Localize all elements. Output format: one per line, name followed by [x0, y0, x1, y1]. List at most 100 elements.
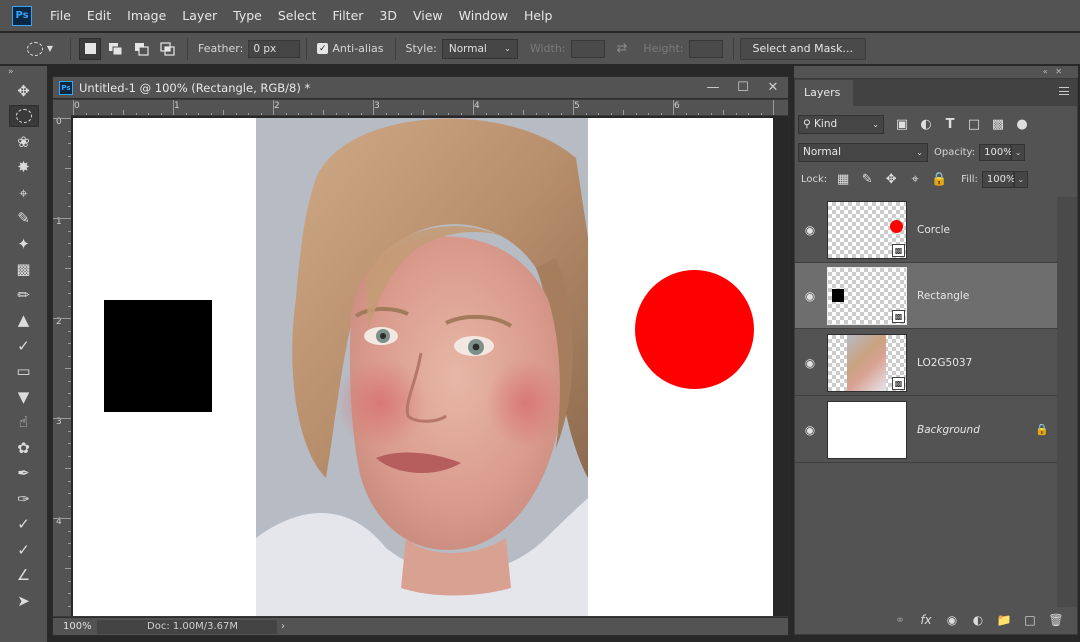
visibility-eye-icon[interactable]: ◉	[795, 423, 825, 437]
trash-icon[interactable]: 🗑	[1047, 613, 1065, 627]
panel-menu-icon[interactable]	[1059, 87, 1069, 95]
tool-sponge[interactable]: ✿	[0, 435, 47, 461]
tool-path-selection[interactable]: ➤	[0, 588, 47, 614]
subtract-from-selection-button[interactable]	[131, 38, 153, 60]
ruler-origin[interactable]	[53, 100, 71, 116]
tool-pen[interactable]: ✒	[0, 461, 47, 487]
add-anchor-icon: ✓	[17, 515, 30, 534]
menu-layer[interactable]: Layer	[174, 0, 225, 31]
tool-eraser[interactable]: ▭	[0, 359, 47, 385]
tool-eyedropper[interactable]: ✎	[0, 206, 47, 232]
maximize-button[interactable]: ☐	[728, 80, 758, 95]
menu-3d[interactable]: 3D	[371, 0, 405, 31]
tool-smudge[interactable]: ☝	[0, 410, 47, 436]
tool-healing[interactable]: ▩	[0, 257, 47, 283]
menu-edit[interactable]: Edit	[79, 0, 119, 31]
visibility-eye-icon[interactable]: ◉	[795, 289, 825, 303]
tool-move[interactable]: ✥	[0, 78, 47, 104]
menu-view[interactable]: View	[405, 0, 451, 31]
filter-pixel-icon[interactable]: ▣	[890, 117, 914, 132]
tool-paint-bucket[interactable]: ▼	[0, 384, 47, 410]
feather-input[interactable]: 0 px	[248, 39, 301, 58]
tool-magic-wand[interactable]: ✸	[0, 155, 47, 181]
minimize-button[interactable]: —	[698, 80, 728, 95]
menu-filter[interactable]: Filter	[324, 0, 371, 31]
canvas[interactable]	[71, 116, 788, 616]
opacity-dropdown[interactable]: ⌄	[1011, 143, 1026, 161]
tool-crop[interactable]: ⌖	[0, 180, 47, 206]
tool-delete-anchor[interactable]: ✓	[0, 537, 47, 563]
tool-history-brush[interactable]: ✓	[0, 333, 47, 359]
filter-smart-object-icon[interactable]: ▩	[986, 117, 1010, 132]
tool-brush[interactable]: ✏	[0, 282, 47, 308]
filter-adjustment-icon[interactable]: ◐	[914, 117, 938, 132]
vertical-ruler[interactable]: 0 1 2 3 4	[53, 116, 71, 616]
visibility-eye-icon[interactable]: ◉	[795, 356, 825, 370]
menu-window[interactable]: Window	[451, 0, 516, 31]
menu-select[interactable]: Select	[270, 0, 325, 31]
swap-width-height-icon[interactable]: ⇄	[617, 41, 628, 56]
height-input[interactable]	[688, 39, 723, 58]
tool-convert-point[interactable]: ∠	[0, 563, 47, 589]
fill-input[interactable]: 100%	[981, 170, 1016, 188]
layers-scrollbar[interactable]	[1057, 197, 1077, 607]
panel-collapse-bar[interactable]: « ✕	[794, 66, 1078, 78]
photoshop-logo[interactable]: Ps	[12, 5, 32, 26]
adjustment-layer-icon[interactable]: ◐	[969, 613, 987, 627]
lock-transparent-pixels-icon[interactable]: ▦	[831, 172, 855, 187]
artboard[interactable]	[73, 118, 773, 616]
link-layers-icon[interactable]: ⚭	[891, 613, 909, 627]
new-group-icon[interactable]: 📁	[995, 613, 1013, 627]
menu-type[interactable]: Type	[225, 0, 270, 31]
status-menu-arrow-icon[interactable]: ›	[281, 621, 285, 632]
visibility-eye-icon[interactable]: ◉	[795, 223, 825, 237]
freeform-pen-icon: ✑	[17, 489, 30, 508]
lock-all-icon[interactable]: 🔒	[927, 172, 951, 187]
layer-row-background[interactable]: ◉ Background 🔒	[795, 397, 1057, 463]
opacity-input[interactable]: 100%	[979, 143, 1013, 161]
filter-toggle-icon[interactable]: ●	[1010, 117, 1034, 132]
new-selection-button[interactable]	[79, 37, 101, 60]
layer-row-corcle[interactable]: ◉ ▩ Corcle	[795, 197, 1057, 263]
lock-position-icon[interactable]: ✥	[879, 172, 903, 187]
tool-elliptical-marquee[interactable]	[0, 104, 47, 130]
fill-dropdown[interactable]: ⌄	[1013, 170, 1028, 188]
tab-layers[interactable]: Layers	[795, 80, 854, 106]
layer-row-rectangle[interactable]: ◉ ▩ Rectangle	[795, 263, 1057, 329]
add-to-selection-button[interactable]	[105, 38, 127, 60]
rectangle-shape[interactable]	[104, 300, 212, 412]
filter-kind-select[interactable]: ⚲ Kind ⌄	[798, 114, 884, 134]
horizontal-ruler[interactable]: 0 1 2 3 4 5 6	[71, 100, 788, 116]
fx-icon[interactable]: fx	[917, 613, 935, 627]
menu-file[interactable]: File	[42, 0, 79, 31]
width-input[interactable]	[570, 39, 605, 58]
tool-preset-picker[interactable]: ▼	[16, 37, 64, 61]
tool-clone-stamp[interactable]: ▲	[0, 308, 47, 334]
lock-image-pixels-icon[interactable]: ✎	[855, 172, 879, 187]
tool-add-anchor[interactable]: ✓	[0, 512, 47, 538]
collapse-toolbar-icon[interactable]: »	[0, 66, 47, 78]
style-select[interactable]: Normal ⌄	[441, 38, 518, 59]
document-tab[interactable]: Ps Untitled-1 @ 100% (Rectangle, RGB/8) …	[53, 77, 788, 99]
close-button[interactable]: ✕	[758, 80, 788, 95]
menu-help[interactable]: Help	[516, 0, 561, 31]
blend-mode-select[interactable]: Normal ⌄	[798, 142, 928, 162]
filter-type-icon[interactable]: T	[938, 117, 962, 132]
select-and-mask-button[interactable]: Select and Mask...	[739, 37, 866, 60]
tool-spot-healing[interactable]: ✦	[0, 231, 47, 257]
menu-image[interactable]: Image	[119, 0, 174, 31]
filter-shape-icon[interactable]: □	[962, 117, 986, 132]
intersect-selection-button[interactable]	[157, 38, 179, 60]
zoom-level[interactable]: 100%	[53, 621, 97, 632]
add-mask-icon[interactable]: ◉	[943, 613, 961, 627]
circle-shape[interactable]	[635, 270, 754, 389]
layer-row-lo2g5037[interactable]: ◉ ▩ LO2G5037	[795, 330, 1057, 396]
tool-lasso[interactable]: ❀	[0, 129, 47, 155]
photo-layer-image[interactable]	[256, 118, 588, 616]
anti-alias-checkbox[interactable]: ✓	[317, 43, 329, 54]
new-layer-icon[interactable]: □	[1021, 613, 1039, 627]
layer-filter-row: ⚲ Kind ⌄ ▣ ◐ T □ ▩ ●	[795, 113, 1079, 135]
document-size-info[interactable]: Doc: 1.00M/3.67M	[97, 619, 277, 634]
tool-freeform-pen[interactable]: ✑	[0, 486, 47, 512]
prevent-autonest-icon[interactable]: ⌖	[903, 172, 927, 187]
